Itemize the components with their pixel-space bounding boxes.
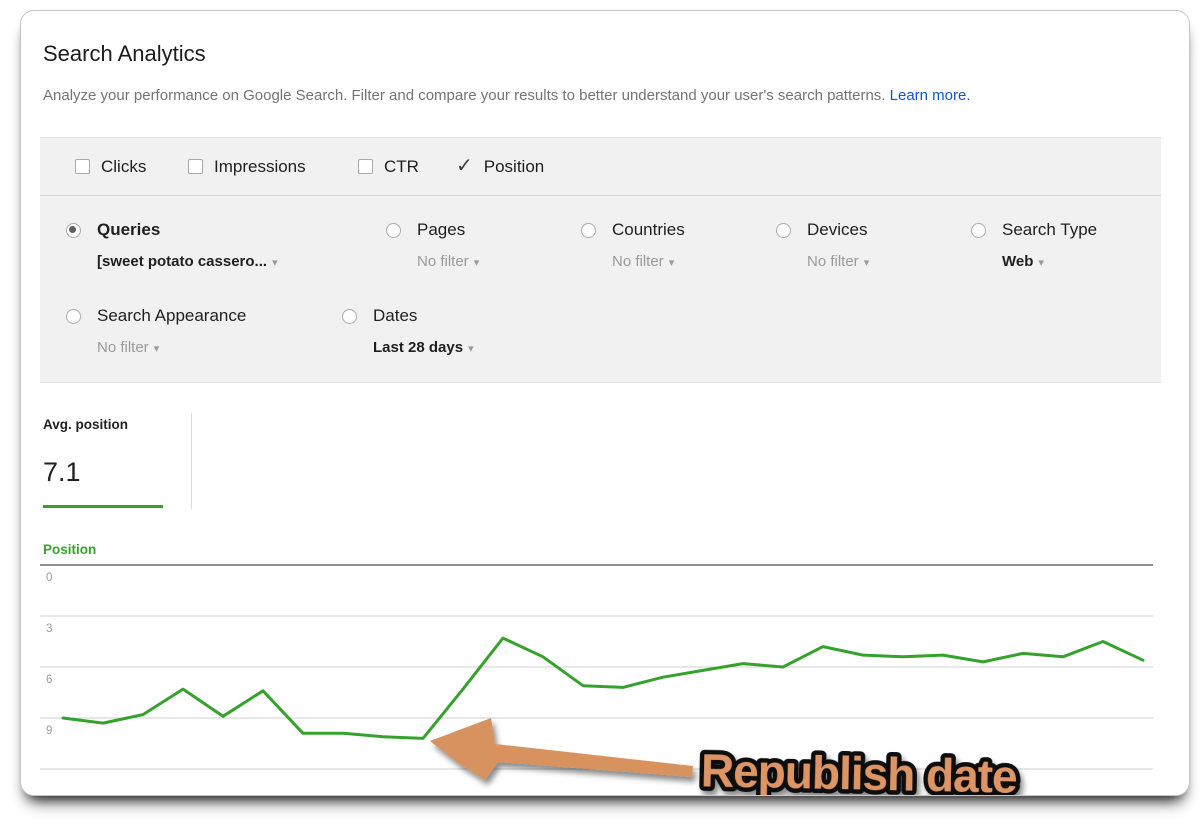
checkbox[interactable] bbox=[358, 159, 373, 174]
check-icon: ✓ bbox=[456, 159, 473, 174]
radio-button[interactable] bbox=[342, 309, 357, 324]
annotation-arrow bbox=[430, 718, 693, 780]
chevron-down-icon: ▾ bbox=[669, 257, 675, 269]
filter-dropdown[interactable]: No filter ▾ bbox=[417, 253, 479, 270]
checkbox[interactable] bbox=[188, 159, 203, 174]
chart-y-tick-labels: 0 3 6 9 bbox=[46, 572, 52, 737]
svg-text:6: 6 bbox=[46, 674, 52, 686]
filter-value: Last 28 days bbox=[373, 339, 463, 356]
radio-button[interactable] bbox=[386, 223, 401, 238]
svg-text:0: 0 bbox=[46, 572, 52, 584]
page-description: Analyze your performance on Google Searc… bbox=[43, 87, 971, 104]
position-chart: 0 3 6 9 Republish date bbox=[21, 11, 1189, 795]
filter-value: No filter bbox=[417, 253, 469, 270]
metric-label: CTR bbox=[384, 157, 419, 177]
chevron-down-icon: ▾ bbox=[272, 257, 278, 269]
dimension-label: Countries bbox=[612, 220, 685, 240]
dimension-label: Pages bbox=[417, 220, 479, 240]
learn-more-link[interactable]: Learn more. bbox=[890, 87, 971, 104]
avg-position-value[interactable]: 7.1 bbox=[43, 457, 81, 488]
description-text: Analyze your performance on Google Searc… bbox=[43, 87, 890, 104]
filter-value: Web bbox=[1002, 253, 1033, 270]
chart-title: Position bbox=[43, 542, 96, 557]
filter-dropdown[interactable]: Web ▾ bbox=[1002, 253, 1097, 270]
position-line bbox=[63, 638, 1143, 738]
chevron-down-icon: ▾ bbox=[154, 343, 160, 355]
dimension-search-appearance[interactable]: Search Appearance No filter ▾ bbox=[66, 306, 246, 356]
metric-ctr[interactable]: ✓ CTR bbox=[358, 138, 419, 195]
metric-position[interactable]: ✓ Position bbox=[456, 138, 544, 195]
dimension-queries[interactable]: Queries [sweet potato cassero... ▾ bbox=[66, 220, 278, 270]
metric-checkbox-row: ✓ Clicks ✓ Impressions ✓ CTR ✓ Position bbox=[40, 138, 1161, 196]
dimension-countries[interactable]: Countries No filter ▾ bbox=[581, 220, 685, 270]
filter-value: No filter bbox=[807, 253, 859, 270]
dimension-dates[interactable]: Dates Last 28 days ▾ bbox=[342, 306, 474, 356]
screenshot-frame: Search Analytics Analyze your performanc… bbox=[20, 10, 1190, 796]
svg-text:3: 3 bbox=[46, 623, 52, 635]
radio-button[interactable] bbox=[776, 223, 791, 238]
dimension-label: Search Type bbox=[1002, 220, 1097, 240]
checkbox[interactable] bbox=[75, 159, 90, 174]
dimension-pages[interactable]: Pages No filter ▾ bbox=[386, 220, 479, 270]
chevron-down-icon: ▾ bbox=[468, 343, 474, 355]
filter-dropdown[interactable]: No filter ▾ bbox=[612, 253, 685, 270]
annotation-text: Republish date bbox=[700, 744, 1017, 795]
chevron-down-icon: ▾ bbox=[1038, 257, 1044, 269]
radio-button[interactable] bbox=[581, 223, 596, 238]
chevron-down-icon: ▾ bbox=[864, 257, 870, 269]
avg-position-label: Avg. position bbox=[43, 417, 128, 432]
filter-dropdown[interactable]: [sweet potato cassero... ▾ bbox=[97, 253, 278, 270]
dimension-label: Devices bbox=[807, 220, 869, 240]
avg-position-underline bbox=[43, 505, 163, 508]
metric-clicks[interactable]: ✓ Clicks bbox=[75, 138, 146, 195]
metric-label: Position bbox=[484, 157, 544, 177]
dimension-label: Queries bbox=[97, 220, 278, 240]
dimension-label: Dates bbox=[373, 306, 474, 326]
dimension-label: Search Appearance bbox=[97, 306, 246, 326]
svg-text:9: 9 bbox=[46, 725, 52, 737]
metric-impressions[interactable]: ✓ Impressions bbox=[188, 138, 306, 195]
metric-label: Clicks bbox=[101, 157, 146, 177]
radio-button[interactable] bbox=[66, 309, 81, 324]
filter-value: No filter bbox=[612, 253, 664, 270]
dimension-search-type[interactable]: Search Type Web ▾ bbox=[971, 220, 1097, 270]
radio-button[interactable] bbox=[66, 223, 81, 238]
filter-panel: ✓ Clicks ✓ Impressions ✓ CTR ✓ Position bbox=[40, 137, 1161, 383]
dimension-devices[interactable]: Devices No filter ▾ bbox=[776, 220, 869, 270]
page-title: Search Analytics bbox=[43, 41, 206, 67]
radio-button[interactable] bbox=[971, 223, 986, 238]
filter-value: [sweet potato cassero... bbox=[97, 253, 267, 270]
metric-label: Impressions bbox=[214, 157, 306, 177]
summary-divider bbox=[191, 413, 192, 509]
filter-dropdown[interactable]: Last 28 days ▾ bbox=[373, 339, 474, 356]
filter-dropdown[interactable]: No filter ▾ bbox=[97, 339, 246, 356]
chart-gridlines bbox=[40, 565, 1153, 769]
chevron-down-icon: ▾ bbox=[474, 257, 480, 269]
filter-dropdown[interactable]: No filter ▾ bbox=[807, 253, 869, 270]
filter-value: No filter bbox=[97, 339, 149, 356]
